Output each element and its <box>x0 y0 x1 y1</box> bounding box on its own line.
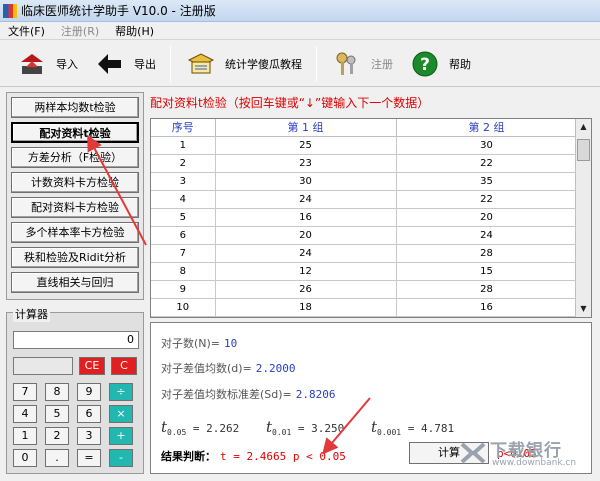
watermark: 下载银行 www.downbank.cn <box>452 432 600 478</box>
watermark-logo-icon <box>460 442 486 464</box>
annotation-arrows <box>87 134 371 455</box>
watermark-url: www.downbank.cn <box>492 458 577 468</box>
arrow-to-verdict <box>322 397 371 455</box>
arrow-to-paired-button <box>87 134 147 246</box>
